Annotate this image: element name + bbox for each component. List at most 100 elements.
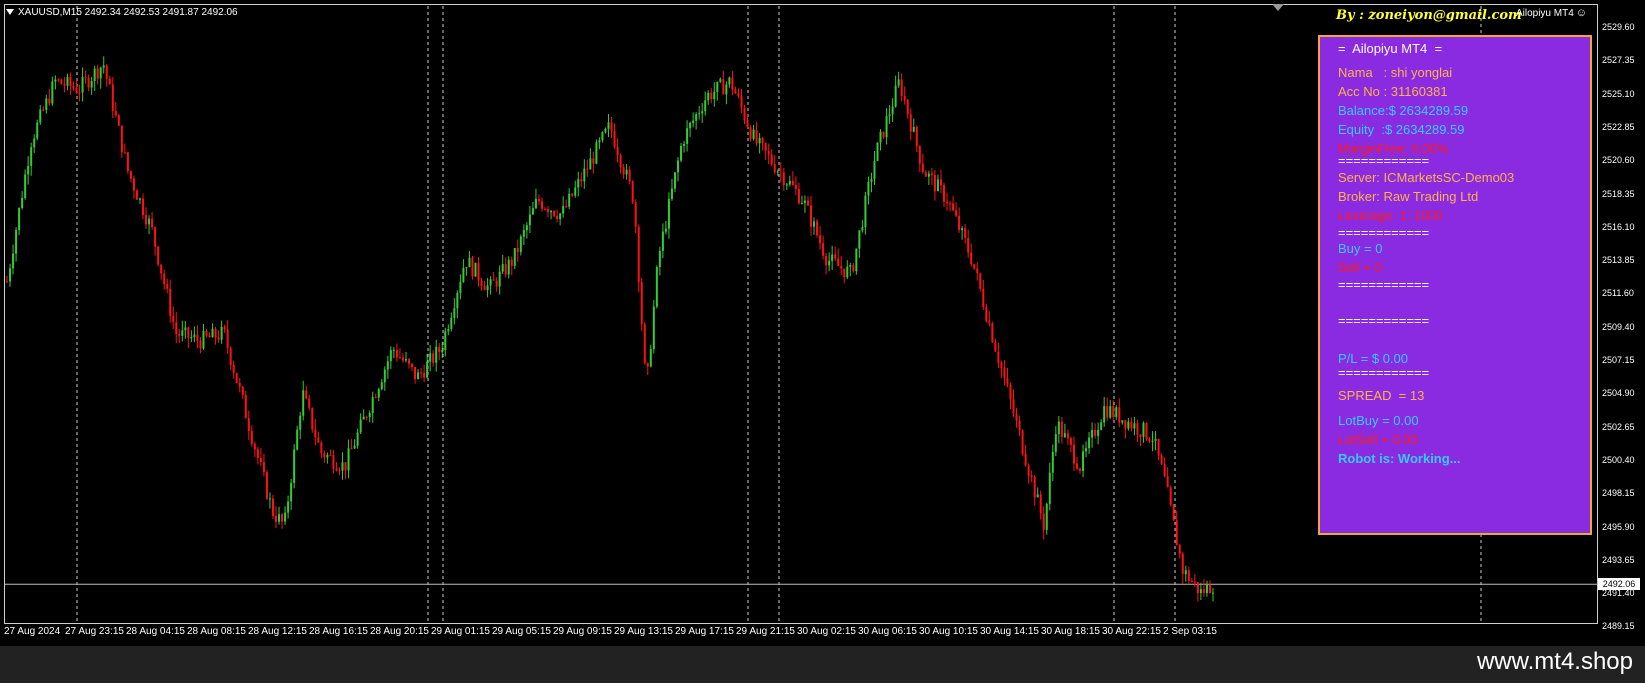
- candle-body: [994, 341, 997, 352]
- candle-body: [426, 361, 429, 378]
- candle-body: [970, 252, 973, 265]
- candle-body: [903, 95, 906, 100]
- candle-body: [42, 109, 45, 111]
- candle-body: [888, 114, 891, 117]
- candle-body: [265, 472, 268, 499]
- candle-body: [510, 259, 513, 266]
- collapse-triangle-icon[interactable]: [6, 9, 14, 16]
- candle-body: [78, 92, 81, 94]
- candle-body: [1097, 429, 1100, 436]
- candle-body: [628, 169, 631, 182]
- candle-body: [202, 330, 205, 349]
- chart-window[interactable]: XAUUSD,M15 2492.34 2492.53 2491.87 2492.…: [0, 0, 1645, 646]
- candle-body: [123, 152, 126, 154]
- candle-body: [601, 132, 604, 141]
- time-axis-label: 28 Aug 12:15: [248, 626, 307, 637]
- candle-body: [253, 443, 256, 450]
- candle-body: [114, 110, 117, 116]
- candle-body: [686, 128, 689, 144]
- candle-body: [547, 209, 550, 213]
- candle-body: [169, 288, 172, 316]
- candle-body: [447, 329, 450, 332]
- candle-body: [15, 230, 18, 254]
- candle-body: [534, 198, 537, 209]
- candle-body: [719, 79, 722, 82]
- shift-marker-icon[interactable]: [1272, 4, 1284, 11]
- candle-body: [746, 120, 749, 128]
- candle-body: [767, 150, 770, 155]
- candle-body: [129, 171, 132, 179]
- time-axis-label: 28 Aug 20:15: [370, 626, 429, 637]
- candle-body: [193, 334, 196, 338]
- candle-body: [752, 129, 755, 139]
- buy-count: Buy = 0: [1338, 241, 1383, 256]
- candle-body: [408, 359, 410, 364]
- candle-body: [1124, 420, 1127, 429]
- candle-body: [610, 122, 613, 131]
- candle-body: [580, 179, 583, 182]
- candle-body: [326, 454, 329, 458]
- candle-body: [770, 154, 773, 165]
- smile-icon: ☺: [1575, 7, 1587, 19]
- candle-body: [559, 213, 562, 220]
- candle-body: [383, 369, 386, 383]
- candle-body: [664, 228, 667, 232]
- candle-body: [1175, 520, 1178, 546]
- candle-body: [522, 230, 525, 237]
- candle-body: [492, 279, 495, 281]
- candle-body: [670, 188, 673, 199]
- candle-body: [205, 330, 208, 336]
- candle-body: [840, 265, 843, 269]
- candle-body: [912, 126, 915, 132]
- candle-body: [755, 129, 758, 144]
- candle-body: [794, 184, 797, 189]
- time-axis-label: 30 Aug 22:15: [1102, 626, 1161, 637]
- candle-body: [1082, 451, 1085, 471]
- candle-body: [825, 255, 828, 266]
- candle-body: [607, 122, 610, 129]
- candle-body: [278, 514, 281, 522]
- candle-body: [1169, 487, 1172, 505]
- separator: ============: [1338, 313, 1430, 328]
- candle-body: [1054, 434, 1057, 452]
- candle-body: [181, 330, 184, 336]
- price-axis-label: 2504.90: [1602, 388, 1635, 399]
- candle-body: [1069, 438, 1072, 445]
- candle-body: [834, 254, 837, 259]
- candle-body: [120, 125, 123, 153]
- candle-body: [368, 413, 371, 418]
- candle-body: [477, 262, 480, 281]
- candle-body: [27, 165, 30, 175]
- candle-body: [93, 68, 96, 82]
- candle-body: [72, 86, 75, 88]
- candle-body: [782, 172, 785, 186]
- candle-body: [658, 250, 661, 268]
- candle-body: [259, 457, 262, 463]
- time-axis-label: 28 Aug 04:15: [126, 626, 185, 637]
- candle-body: [649, 349, 652, 367]
- watermark: www.mt4.shop: [1476, 648, 1633, 675]
- candle-body: [1163, 464, 1166, 477]
- candle-body: [713, 91, 716, 100]
- candle-body: [1042, 513, 1045, 530]
- separator: ============: [1338, 365, 1430, 380]
- candle-body: [897, 79, 900, 86]
- candle-body: [444, 331, 447, 350]
- ea-name-text: Ailopiyu MT4: [1515, 8, 1574, 19]
- candle-body: [988, 321, 991, 324]
- candle-body: [894, 85, 897, 107]
- candle-body: [692, 120, 695, 123]
- candle-body: [241, 386, 244, 395]
- candle-body: [75, 87, 78, 93]
- candle-body: [909, 114, 912, 132]
- candle-body: [471, 257, 474, 277]
- price-axis-label: 2529.60: [1602, 22, 1635, 32]
- expert-advisor-label[interactable]: Ailopiyu MT4 ☺: [1516, 7, 1587, 19]
- candle-body: [540, 201, 543, 209]
- candle-body: [667, 198, 670, 229]
- candle-body: [217, 337, 220, 340]
- candle-body: [172, 315, 175, 323]
- candle-body: [958, 215, 961, 231]
- candle-body: [420, 372, 423, 374]
- price-axis-label: 2516.10: [1602, 221, 1635, 232]
